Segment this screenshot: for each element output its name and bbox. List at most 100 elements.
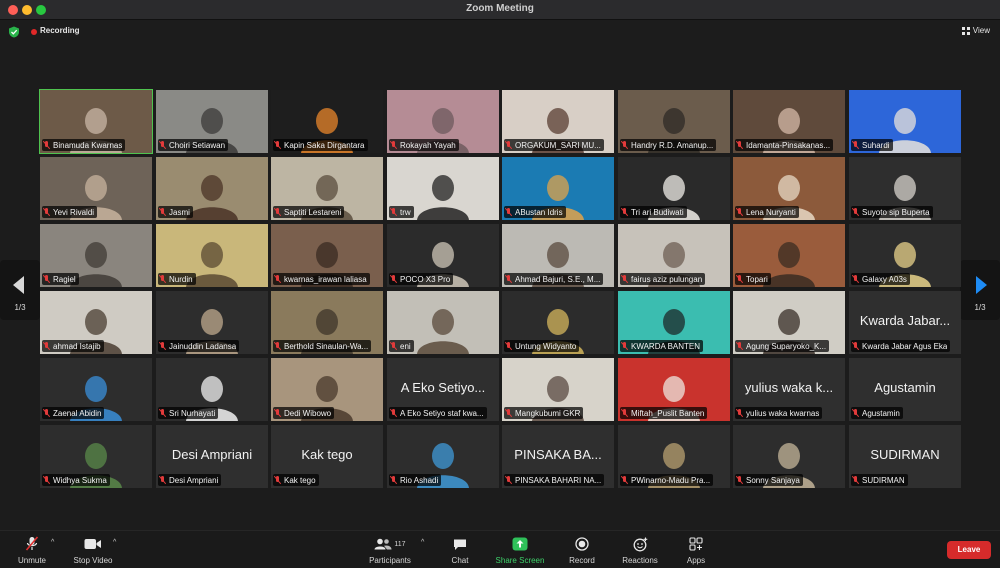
participant-name: Suhardi bbox=[862, 140, 890, 150]
participant-tile[interactable]: Suyoto sip Buperta bbox=[849, 157, 961, 220]
participant-tile[interactable]: fairus aziz pulungan bbox=[618, 224, 730, 287]
next-page-button[interactable]: 1/3 bbox=[960, 260, 1000, 320]
participant-nameplate: ahmad Istajib bbox=[42, 340, 104, 352]
participant-tile[interactable]: Dedi Wibowo bbox=[271, 358, 383, 421]
security-shield-icon[interactable] bbox=[8, 26, 20, 38]
chat-bubble-icon bbox=[454, 539, 466, 550]
muted-mic-icon bbox=[853, 208, 859, 216]
participant-nameplate: trw bbox=[389, 206, 414, 218]
previous-page-button[interactable]: 1/3 bbox=[0, 260, 40, 320]
participant-tile[interactable]: Untung Widyanto bbox=[502, 291, 614, 354]
participant-name: ABustan Idris bbox=[515, 207, 563, 217]
participant-tile[interactable]: Topari bbox=[733, 224, 845, 287]
participant-tile[interactable]: Jasmi bbox=[156, 157, 268, 220]
participant-nameplate: ABustan Idris bbox=[504, 206, 566, 218]
record-button[interactable]: Record bbox=[565, 534, 599, 565]
participant-tile[interactable]: Lena Nuryanti bbox=[733, 157, 845, 220]
participant-tile[interactable]: KWARDA BANTEN bbox=[618, 291, 730, 354]
view-button[interactable]: View bbox=[961, 26, 990, 35]
participant-nameplate: Nurdin bbox=[158, 273, 196, 285]
apps-button[interactable]: Apps bbox=[682, 534, 710, 565]
participant-tile[interactable]: Mangkubumi GKR bbox=[502, 358, 614, 421]
participant-nameplate: Kwarda Jabar Agus Eka bbox=[851, 340, 951, 352]
recording-label[interactable]: Recording bbox=[40, 26, 80, 35]
participant-tile[interactable]: Kwarda Jabar... Kwarda Jabar Agus Eka bbox=[849, 291, 961, 354]
audio-options-chevron-icon[interactable]: ^ bbox=[51, 539, 54, 546]
participant-tile[interactable]: PWinarno-Madu Pra... bbox=[618, 425, 730, 488]
participant-tile[interactable]: kwarnas_irawan laliasa bbox=[271, 224, 383, 287]
reactions-button[interactable]: Reactions bbox=[618, 534, 662, 565]
participant-display-name: PINSAKA BA... bbox=[514, 447, 602, 462]
participant-tile[interactable]: Idamanta-Pinsakanas... bbox=[733, 90, 845, 153]
participant-tile[interactable]: PINSAKA BA... PINSAKA BAHARI NA... bbox=[502, 425, 614, 488]
participant-tile[interactable]: Tri ari Budiwati bbox=[618, 157, 730, 220]
muted-mic-icon bbox=[160, 275, 166, 283]
share-screen-button[interactable]: Share Screen bbox=[491, 534, 549, 565]
participant-tile[interactable]: SUDIRMAN SUDIRMAN bbox=[849, 425, 961, 488]
participant-nameplate: Idamanta-Pinsakanas... bbox=[735, 139, 834, 151]
participant-tile[interactable]: POCO X3 Pro bbox=[387, 224, 499, 287]
muted-mic-icon bbox=[275, 275, 281, 283]
video-options-chevron-icon[interactable]: ^ bbox=[113, 539, 116, 546]
participant-tile[interactable]: yulius waka k... yulius waka kwarnas bbox=[733, 358, 845, 421]
participant-nameplate: PWinarno-Madu Pra... bbox=[620, 474, 714, 486]
muted-mic-icon bbox=[275, 141, 281, 149]
participant-tile[interactable]: Sri Nurhayati bbox=[156, 358, 268, 421]
participant-name: Desi Ampriani bbox=[169, 475, 219, 485]
participants-button[interactable]: 117 Participants bbox=[364, 534, 416, 565]
participant-tile[interactable]: Ahmad Bajuri, S.E., M... bbox=[502, 224, 614, 287]
participant-tile[interactable]: ORGAKUM_SARI MU... bbox=[502, 90, 614, 153]
participant-tile[interactable]: Nurdin bbox=[156, 224, 268, 287]
participant-tile[interactable]: Ragiel bbox=[40, 224, 152, 287]
participant-tile[interactable]: Agustamin Agustamin bbox=[849, 358, 961, 421]
muted-mic-icon bbox=[44, 275, 50, 283]
participant-nameplate: PINSAKA BAHARI NA... bbox=[504, 474, 605, 486]
arrow-right-icon bbox=[976, 276, 987, 294]
participant-nameplate: Rokayah Yayah bbox=[389, 139, 459, 151]
participant-tile[interactable]: Rio Ashadi bbox=[387, 425, 499, 488]
participant-display-name: yulius waka k... bbox=[744, 380, 834, 395]
participant-tile[interactable]: Suhardi bbox=[849, 90, 961, 153]
reactions-label: Reactions bbox=[622, 556, 658, 565]
unmute-button[interactable]: Unmute bbox=[12, 534, 52, 565]
participant-nameplate: KWARDA BANTEN bbox=[620, 340, 704, 352]
participant-nameplate: Jasmi bbox=[158, 206, 193, 218]
participant-nameplate: Binamuda Kwarnas bbox=[42, 139, 126, 151]
participant-tile[interactable]: Zaenal Abidin bbox=[40, 358, 152, 421]
participant-tile[interactable]: Desi Ampriani Desi Ampriani bbox=[156, 425, 268, 488]
muted-mic-icon bbox=[391, 141, 397, 149]
participant-tile[interactable]: Choiri Setiawan bbox=[156, 90, 268, 153]
participant-tile[interactable]: Sonny Sanjaya bbox=[733, 425, 845, 488]
participant-nameplate: Miftah_Puslit Banten bbox=[620, 407, 708, 419]
participant-tile[interactable]: trw bbox=[387, 157, 499, 220]
participant-name: Handry R.D. Amanup... bbox=[631, 140, 714, 150]
participant-tile[interactable]: ABustan Idris bbox=[502, 157, 614, 220]
participant-tile[interactable]: Rokayah Yayah bbox=[387, 90, 499, 153]
participant-tile[interactable]: ahmad Istajib bbox=[40, 291, 152, 354]
participant-tile[interactable]: Agung Suparyoko_K... bbox=[733, 291, 845, 354]
view-label: View bbox=[972, 26, 990, 35]
participant-tile[interactable]: A Eko Setiyo... A Eko Setiyo staf kwa... bbox=[387, 358, 499, 421]
participant-tile[interactable]: Jainuddin Ladansa bbox=[156, 291, 268, 354]
participant-tile[interactable]: Galaxy A03s bbox=[849, 224, 961, 287]
chat-button[interactable]: Chat bbox=[445, 534, 475, 565]
participant-name: Idamanta-Pinsakanas... bbox=[746, 140, 831, 150]
participant-tile[interactable]: Handry R.D. Amanup... bbox=[618, 90, 730, 153]
participant-tile[interactable]: Berthold Sinaulan-Wa... bbox=[271, 291, 383, 354]
stop-video-button[interactable]: Stop Video bbox=[70, 534, 116, 565]
participant-tile[interactable]: Miftah_Puslit Banten bbox=[618, 358, 730, 421]
meeting-controls-toolbar: Unmute ^ Stop Video ^ 117 Participants ^… bbox=[0, 530, 1000, 568]
participant-tile[interactable]: Widhya Sukma bbox=[40, 425, 152, 488]
participant-tile[interactable]: Saptiti Lestareni bbox=[271, 157, 383, 220]
participant-tile[interactable]: Kapin Saka Dirgantara bbox=[271, 90, 383, 153]
participant-tile[interactable]: Kak tego Kak tego bbox=[271, 425, 383, 488]
participants-options-chevron-icon[interactable]: ^ bbox=[421, 539, 424, 546]
participant-name: PWinarno-Madu Pra... bbox=[631, 475, 711, 485]
participant-name: PINSAKA BAHARI NA... bbox=[515, 475, 602, 485]
participant-tile[interactable]: Binamuda Kwarnas bbox=[39, 89, 153, 154]
participant-name: Mangkubumi GKR bbox=[515, 408, 581, 418]
participant-tile[interactable]: Yevi Rivaldi bbox=[40, 157, 152, 220]
leave-meeting-button[interactable]: Leave bbox=[947, 541, 991, 559]
participant-tile[interactable]: eni bbox=[387, 291, 499, 354]
participants-count: 117 bbox=[394, 540, 406, 548]
